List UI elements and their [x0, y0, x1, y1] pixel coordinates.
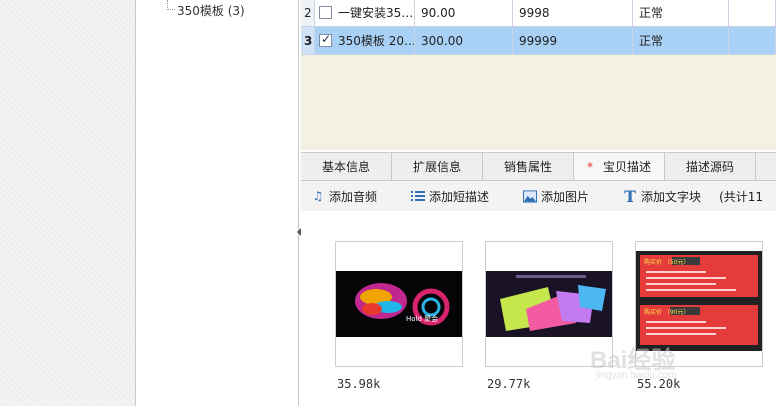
- product-name: 一键安装35…: [338, 6, 414, 20]
- empty-cell: [729, 27, 776, 55]
- tab-label: 基本信息: [321, 160, 370, 174]
- add-image-label: 添加图片: [541, 189, 590, 204]
- tab-item-description[interactable]: * 宝贝描述: [574, 153, 665, 180]
- list-icon: [411, 189, 426, 203]
- tab-extended-info[interactable]: 扩展信息: [392, 153, 483, 180]
- product-name-cell: 一键安装35…: [315, 0, 415, 27]
- description-content: Hold 聚会 35.98k 29.77k 购买价 （50元） 购买价 （90元…: [301, 211, 776, 406]
- tab-description-source[interactable]: 描述源码: [665, 153, 756, 180]
- product-name: 350模板 20…: [338, 34, 415, 48]
- thumbnail-size: 29.77k: [487, 377, 531, 391]
- thumbnail-size: 35.98k: [337, 377, 381, 391]
- detail-tabs: 基本信息 扩展信息 销售属性 * 宝贝描述 描述源码: [301, 152, 776, 181]
- thumbnail-caption: Hold 聚会: [406, 314, 438, 323]
- row-checkbox[interactable]: [319, 6, 332, 19]
- collapse-splitter-handle[interactable]: [297, 222, 301, 242]
- tab-basic-info[interactable]: 基本信息: [301, 153, 392, 180]
- table-row[interactable]: 2 一键安装35… 90.00 9998 正常: [301, 0, 776, 27]
- tab-label: 销售属性: [503, 160, 552, 174]
- row-index: 3: [301, 27, 315, 55]
- tab-sales-attributes[interactable]: 销售属性: [483, 153, 574, 180]
- add-short-description-label: 添加短描述: [429, 189, 490, 204]
- price-cell: 300.00: [415, 27, 513, 55]
- product-name-cell: 350模板 20…: [315, 27, 415, 55]
- thumbnail-image-party: Hold 聚会: [336, 271, 462, 337]
- thumbnail-image-cards: [486, 271, 612, 337]
- tree-node-350-template[interactable]: 350模板 (3): [165, 2, 245, 18]
- editor-toolbar: ♫ 添加音频 添加短描述 添加图片 T 添加文字块 (共计11: [301, 181, 776, 211]
- quantity-cell: 9998: [513, 0, 633, 27]
- add-image-button[interactable]: 添加图片: [523, 181, 589, 211]
- add-short-description-button[interactable]: 添加短描述: [411, 181, 489, 211]
- row-index: 2: [301, 0, 315, 27]
- image-icon: [523, 189, 538, 203]
- baidu-watermark-url: jingyan.baidu.com: [596, 370, 677, 381]
- thumbnail-image-price-list: 购买价 （50元） 购买价 （90元）: [636, 251, 762, 351]
- tree-node-label: 350模板 (3): [177, 3, 245, 18]
- thumbnail-label-mid: 购买价 （90元）: [644, 308, 690, 316]
- add-text-block-button[interactable]: T 添加文字块: [623, 181, 701, 211]
- tab-label: 宝贝描述: [602, 160, 651, 174]
- status-cell: 正常: [633, 27, 729, 55]
- table-row-selected[interactable]: 3 350模板 20… 300.00 99999 正常: [301, 27, 776, 55]
- tab-label: 扩展信息: [412, 160, 461, 174]
- add-audio-label: 添加音频: [329, 189, 378, 204]
- music-note-icon: ♫: [312, 189, 324, 203]
- category-tree: 350模板 (3): [137, 0, 299, 406]
- required-marker: *: [586, 159, 593, 174]
- empty-cell: [729, 0, 776, 27]
- price-cell: 90.00: [415, 0, 513, 27]
- row-checkbox-checked[interactable]: [319, 32, 332, 47]
- total-count-label: (共计11: [719, 189, 764, 204]
- add-audio-button[interactable]: ♫ 添加音频: [311, 181, 377, 211]
- text-t-icon: T: [624, 186, 636, 206]
- total-count: (共计11: [719, 181, 763, 211]
- tab-label: 描述源码: [685, 160, 734, 174]
- thumbnail-label-top: 购买价 （50元）: [644, 258, 690, 266]
- status-cell: 正常: [633, 0, 729, 27]
- add-text-block-label: 添加文字块: [641, 189, 702, 204]
- left-panel: [0, 0, 136, 406]
- product-grid: 2 一键安装35… 90.00 9998 正常 3 350模板 20… 300.…: [301, 0, 776, 150]
- image-thumbnail[interactable]: Hold 聚会: [335, 241, 463, 367]
- quantity-cell: 99999: [513, 27, 633, 55]
